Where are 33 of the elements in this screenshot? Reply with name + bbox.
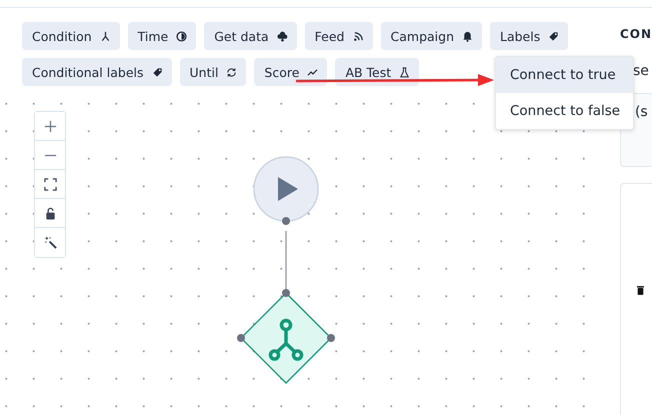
fork-icon xyxy=(100,30,111,42)
card-text: (s xyxy=(634,104,649,120)
connection-handle[interactable] xyxy=(282,289,290,297)
connection-handle[interactable] xyxy=(327,334,335,342)
connector-line xyxy=(285,231,287,292)
node-type-button[interactable]: Campaign xyxy=(380,22,482,50)
zoom-in-icon[interactable] xyxy=(35,112,65,141)
panel-heading: CON xyxy=(620,27,652,41)
node-type-button[interactable]: Condition xyxy=(22,22,120,50)
trash-icon[interactable] xyxy=(636,286,644,295)
connection-handle[interactable] xyxy=(237,334,245,342)
rss-icon xyxy=(352,30,364,42)
clock-icon xyxy=(176,30,188,42)
refresh-icon xyxy=(226,66,238,78)
menu-item[interactable]: Connect to false xyxy=(496,93,633,129)
tag-icon xyxy=(152,66,162,78)
node-type-button[interactable]: AB Test xyxy=(335,58,420,86)
start-node[interactable] xyxy=(253,156,319,222)
flask-icon xyxy=(399,66,410,78)
node-type-button[interactable]: Labels xyxy=(490,22,568,50)
node-type-button[interactable]: Feed xyxy=(304,22,372,50)
menu-item[interactable]: Connect to true xyxy=(496,57,633,93)
trend-icon xyxy=(307,66,318,78)
connection-handle[interactable] xyxy=(282,217,290,225)
node-type-button[interactable]: Until xyxy=(180,58,246,86)
node-type-button[interactable]: Get data xyxy=(204,22,297,50)
node-type-button[interactable]: Time xyxy=(128,22,196,50)
bell-icon xyxy=(462,30,473,42)
cloud-download-icon xyxy=(276,30,288,42)
node-type-button[interactable]: Score xyxy=(254,58,328,86)
tag-icon xyxy=(548,30,560,42)
panel-text: se xyxy=(632,63,650,79)
node-type-button[interactable]: Conditional labels xyxy=(22,58,172,86)
